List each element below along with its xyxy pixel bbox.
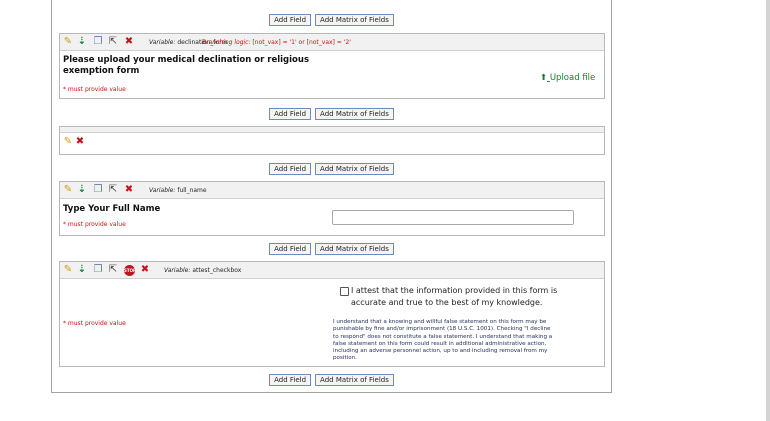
legal-disclaimer: I understand that a knowing and willful …	[333, 319, 553, 362]
field-label: Type Your Full Name	[63, 204, 161, 214]
branching-logic-icon[interactable]: ⇣	[77, 265, 87, 275]
stop-action-icon[interactable]: STOP	[124, 265, 136, 276]
variable-name: Variable: attest_checkbox	[164, 267, 242, 274]
add-field-bar: Add Field Add Matrix of Fields	[52, 243, 611, 255]
add-field-button[interactable]: Add Field	[269, 108, 312, 120]
delete-field-icon[interactable]: ✖	[124, 37, 134, 47]
form-page: Add Field Add Matrix of Fields ✎ ⇣ ❐ ⇱ ✖…	[51, 0, 612, 393]
field-toolbar: ✎ ⇣ ❐ ⇱ STOP ✖ Variable: attest_checkbox	[60, 262, 604, 279]
add-field-button[interactable]: Add Field	[269, 374, 312, 386]
field-block-full-name: ✎ ⇣ ❐ ⇱ ✖ Variable: full_name Type Your …	[59, 181, 605, 236]
field-block-attest: ✎ ⇣ ❐ ⇱ STOP ✖ Variable: attest_checkbox…	[59, 261, 605, 367]
upload-file-link[interactable]: ⬆ Upload file	[540, 73, 595, 83]
delete-field-icon[interactable]: ✖	[140, 265, 150, 275]
required-note: * must provide value	[63, 86, 126, 93]
add-field-button[interactable]: Add Field	[269, 243, 312, 255]
delete-field-icon[interactable]: ✖	[75, 137, 85, 147]
field-toolbar: ✎ ⇣ ❐ ⇱ ✖ Variable: declination_form Bra…	[60, 34, 604, 51]
add-matrix-button[interactable]: Add Matrix of Fields	[315, 14, 394, 26]
full-name-input[interactable]	[332, 210, 574, 225]
add-field-bar: Add Field Add Matrix of Fields	[52, 14, 611, 26]
branching-logic-icon[interactable]: ⇣	[77, 37, 87, 47]
variable-name: Variable: full_name	[149, 187, 207, 194]
add-matrix-button[interactable]: Add Matrix of Fields	[315, 163, 394, 175]
delete-field-icon[interactable]: ✖	[124, 185, 134, 195]
edit-pencil-icon[interactable]: ✎	[63, 265, 73, 275]
add-field-bar: Add Field Add Matrix of Fields	[52, 108, 611, 120]
move-field-icon[interactable]: ⇱	[108, 185, 118, 195]
field-toolbar: ✎ ⇣ ❐ ⇱ ✖ Variable: full_name	[60, 182, 604, 199]
field-header-strip	[60, 127, 604, 133]
add-matrix-button[interactable]: Add Matrix of Fields	[315, 243, 394, 255]
copy-field-icon[interactable]: ❐	[93, 265, 103, 275]
required-note: * must provide value	[63, 320, 126, 327]
add-field-button[interactable]: Add Field	[269, 163, 312, 175]
edit-pencil-icon[interactable]: ✎	[63, 37, 73, 47]
branching-logic-icon[interactable]: ⇣	[77, 185, 87, 195]
add-matrix-button[interactable]: Add Matrix of Fields	[315, 108, 394, 120]
field-block-empty: ✎ ✖	[59, 126, 605, 155]
add-field-bar: Add Field Add Matrix of Fields	[52, 374, 611, 386]
required-note: * must provide value	[63, 221, 126, 228]
move-field-icon[interactable]: ⇱	[108, 37, 118, 47]
attest-checkbox[interactable]	[340, 287, 349, 296]
field-label: Please upload your medical declination o…	[63, 55, 309, 76]
copy-field-icon[interactable]: ❐	[93, 185, 103, 195]
edit-pencil-icon[interactable]: ✎	[63, 137, 73, 147]
add-matrix-button[interactable]: Add Matrix of Fields	[315, 374, 394, 386]
add-field-bar: Add Field Add Matrix of Fields	[52, 163, 611, 175]
branching-logic-text: Branching logic: [not_vax] = '1' or [not…	[202, 39, 351, 46]
move-field-icon[interactable]: ⇱	[108, 265, 118, 275]
edit-pencil-icon[interactable]: ✎	[63, 185, 73, 195]
upload-arrow-icon: ⬆	[540, 73, 548, 83]
field-block-declination: ✎ ⇣ ❐ ⇱ ✖ Variable: declination_form Bra…	[59, 33, 605, 99]
attest-checkbox-label: I attest that the information provided i…	[351, 286, 558, 307]
add-field-button[interactable]: Add Field	[269, 14, 312, 26]
right-edge-border	[766, 0, 770, 421]
copy-field-icon[interactable]: ❐	[93, 37, 103, 47]
